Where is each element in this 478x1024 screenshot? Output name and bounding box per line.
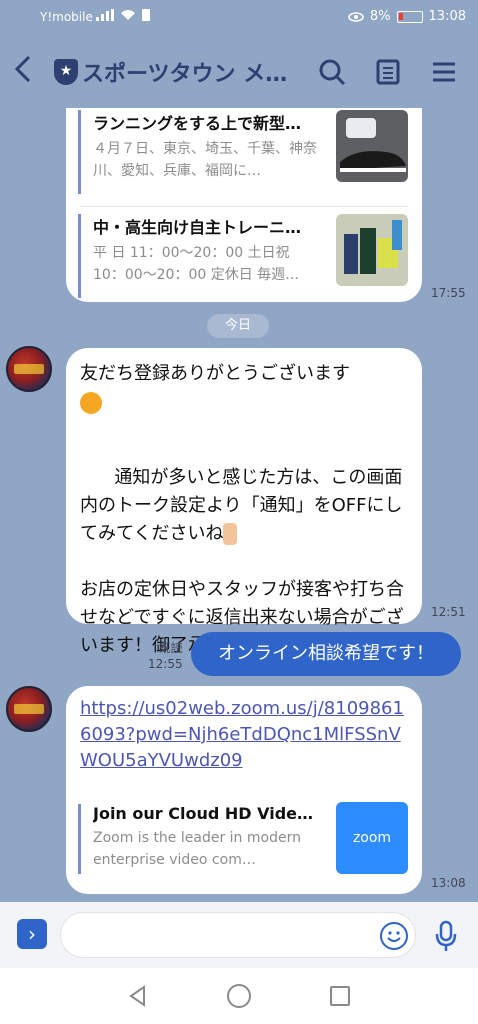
avatar[interactable] [6,346,52,392]
nav-home-icon[interactable] [227,984,251,1008]
sent-message-bubble[interactable]: オンライン相談希望です！ [191,632,461,676]
grinning-face-emoji [80,392,102,414]
message-time: 17:55 [431,286,466,300]
menu-icon[interactable] [428,56,460,88]
notes-icon[interactable] [372,56,404,88]
link-preview-title: Join our Cloud HD Video M… [93,804,319,823]
message-body: 通知が多いと感じた方は、この画面内のトーク設定より「通知」をOFFにしてみてくだ… [80,467,403,544]
message-bubble[interactable]: 友だち登録ありがとうございます 通知が多いと感じた方は、この画面内のトーク設定よ… [66,348,422,656]
eye-icon [348,11,364,22]
card-divider [80,206,408,207]
read-label: 既読 [158,641,183,655]
card-item-desc: 平 日 11：00〜20：00 土日祝 10：00〜20：00 定休日 毎週… [93,245,300,283]
message-time: 12:55 [148,657,183,671]
read-receipt: 既読 12:55 [148,640,183,672]
rich-card-bubble[interactable]: ランニングをする上で新型… ４月７日、東京、埼玉、千葉、神奈川、愛知、兵庫、福岡… [66,108,422,302]
chat-title[interactable]: スポーツタウン メ… [82,56,302,88]
training-gear-thumbnail [336,214,408,286]
status-bar: Y!mobile 8% 13:08 [0,0,478,36]
message-input[interactable] [60,912,416,958]
avatar[interactable] [6,686,52,732]
signal-icons [96,9,150,21]
card-item-title: 中・高生向け自主トレーニ… [93,218,302,237]
battery-percent: 8% [369,9,391,24]
card-item[interactable]: ランニングをする上で新型… ４月７日、東京、埼玉、千葉、神奈川、愛知、兵庫、福岡… [78,110,323,194]
chat-header: ★ スポーツタウン メ… [0,36,478,108]
status-right: 8% 13:08 [348,9,466,24]
emoji-icon[interactable] [380,922,408,950]
battery-icon [396,10,423,23]
system-nav-bar [0,968,478,1024]
zoom-link[interactable]: https://us02web.zoom.us/j/81098616093?pw… [80,696,408,774]
link-preview-card[interactable]: Join our Cloud HD Video M… Zoom is the l… [78,804,323,874]
card-item[interactable]: 中・高生向け自主トレーニ… 平 日 11：00〜20：00 土日祝 10：00〜… [78,214,323,298]
expand-icon[interactable]: › [17,919,47,949]
card-item-title: ランニングをする上で新型… [93,114,302,133]
chat-area[interactable]: ランニングをする上で新型… ４月７日、東京、埼玉、千葉、神奈川、愛知、兵庫、福岡… [0,108,478,902]
message-time: 12:51 [431,605,466,619]
search-icon[interactable] [316,56,348,88]
running-shoe-thumbnail [336,110,408,182]
thumbs-up-emoji [223,523,238,545]
signal-icon [96,9,114,21]
nav-recents-icon[interactable] [330,986,350,1006]
link-preview-desc: Zoom is the leader in modern enterprise … [93,830,301,868]
zoom-logo-text: zoom [352,830,392,846]
wifi-icon [121,10,135,20]
clock: 13:08 [428,9,466,24]
input-bar: › [0,902,478,968]
message-time: 13:08 [431,876,466,890]
card-item-desc: ４月７日、東京、埼玉、千葉、神奈川、愛知、兵庫、福岡に… [93,141,317,179]
sim-icon [142,9,150,21]
date-separator: 今日 [207,314,269,338]
message-line: 友だち登録ありがとうございます [80,363,350,384]
nav-back-icon[interactable] [126,984,150,1008]
back-icon[interactable] [12,54,42,90]
zoom-logo: zoom [336,802,408,874]
carrier-label: Y!mobile [40,10,93,24]
message-bubble[interactable]: https://us02web.zoom.us/j/81098616093?pw… [66,686,422,894]
official-badge-icon: ★ [54,59,78,85]
microphone-icon[interactable] [434,920,458,952]
